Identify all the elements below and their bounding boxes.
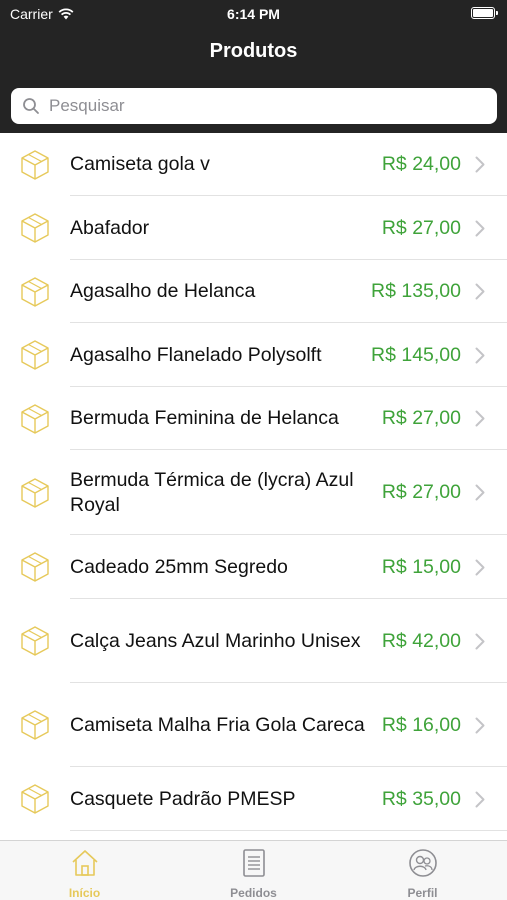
- product-row[interactable]: Agasalho Flanelado Polysolft R$ 145,00: [0, 323, 507, 387]
- box-icon: [0, 550, 70, 584]
- product-name: Agasalho Flanelado Polysolft: [70, 343, 322, 366]
- product-row[interactable]: Cadeado 25mm Segredo R$ 15,00: [0, 535, 507, 599]
- chevron-right-icon: [475, 347, 487, 364]
- chevron-right-icon: [475, 484, 487, 501]
- product-price: R$ 135,00: [371, 280, 461, 302]
- tab-label: Perfil: [407, 886, 438, 900]
- product-row[interactable]: Agasalho de Helanca R$ 135,00: [0, 260, 507, 323]
- product-name: Bermuda Térmica de (lycra) Azul Royal: [70, 468, 354, 516]
- product-name: Casquete Padrão PMESP: [70, 787, 296, 810]
- product-row[interactable]: Calça Jeans Azul Marinho Unisex R$ 42,00: [0, 599, 507, 683]
- product-name: Camiseta gola v: [70, 153, 210, 175]
- chevron-right-icon: [475, 791, 487, 808]
- tab-orders[interactable]: Pedidos: [169, 841, 338, 900]
- product-price: R$ 27,00: [381, 481, 461, 503]
- product-name: Cadeado 25mm Segredo: [70, 555, 288, 578]
- tab-bar: Início Pedidos Perfil: [0, 840, 507, 900]
- box-icon: [0, 624, 70, 658]
- product-price: R$ 145,00: [371, 343, 461, 366]
- product-list: Camiseta gola v R$ 24,00 Abafador R$ 27,00 A…: [0, 133, 507, 840]
- chevron-right-icon: [475, 220, 487, 237]
- product-price: R$ 24,00: [381, 153, 461, 175]
- battery-icon: [471, 7, 498, 19]
- product-row[interactable]: Camiseta Malha Fria Gola Careca R$ 16,00: [0, 683, 507, 767]
- tab-label: Pedidos: [230, 886, 277, 900]
- product-price: R$ 16,00: [381, 713, 461, 736]
- chevron-right-icon: [475, 283, 487, 300]
- product-price: R$ 27,00: [381, 407, 461, 429]
- product-row[interactable]: Bermuda Feminina de Helanca R$ 27,00: [0, 387, 507, 450]
- tab-profile[interactable]: Perfil: [338, 841, 507, 900]
- product-name: Calça Jeans Azul Marinho Unisex: [70, 629, 361, 652]
- product-row[interactable]: Abafador R$ 27,00: [0, 196, 507, 260]
- tab-home[interactable]: Início: [0, 841, 169, 900]
- product-row[interactable]: Casquete Padrão PMESP R$ 35,00: [0, 767, 507, 831]
- product-name: Camiseta Malha Fria Gola Careca: [70, 713, 365, 736]
- box-icon: [0, 708, 70, 742]
- product-name: Abafador: [70, 216, 150, 239]
- product-price: R$ 15,00: [381, 555, 461, 578]
- product-price: R$ 27,00: [381, 216, 461, 239]
- box-icon: [0, 402, 70, 436]
- status-time: 6:14 PM: [227, 6, 280, 22]
- tab-label: Início: [68, 886, 101, 900]
- box-icon: [0, 211, 70, 245]
- search-bar[interactable]: [11, 88, 497, 124]
- status-bar: Carrier 6:14 PM: [0, 0, 507, 30]
- chevron-right-icon: [475, 633, 487, 650]
- home-icon: [69, 847, 101, 884]
- orders-icon: [238, 847, 270, 884]
- chevron-right-icon: [475, 559, 487, 576]
- product-price: R$ 42,00: [381, 629, 461, 652]
- search-icon: [23, 98, 39, 114]
- product-row[interactable]: Bermuda Térmica de (lycra) Azul Royal R$ …: [0, 450, 507, 535]
- chevron-right-icon: [475, 410, 487, 427]
- profile-icon: [407, 847, 439, 884]
- product-price: R$ 35,00: [381, 787, 461, 810]
- product-name: Bermuda Feminina de Helanca: [70, 407, 339, 429]
- chevron-right-icon: [475, 717, 487, 734]
- header: Carrier 6:14 PM Produtos: [0, 0, 507, 133]
- chevron-right-icon: [475, 156, 487, 173]
- box-icon: [0, 782, 70, 816]
- box-icon: [0, 338, 70, 372]
- product-name: Agasalho de Helanca: [70, 280, 256, 302]
- product-row[interactable]: Camiseta gola v R$ 24,00: [0, 133, 507, 196]
- box-icon: [0, 148, 70, 182]
- box-icon: [0, 476, 70, 510]
- search-input[interactable]: [49, 96, 479, 116]
- page-title: Produtos: [209, 40, 298, 62]
- box-icon: [0, 275, 70, 309]
